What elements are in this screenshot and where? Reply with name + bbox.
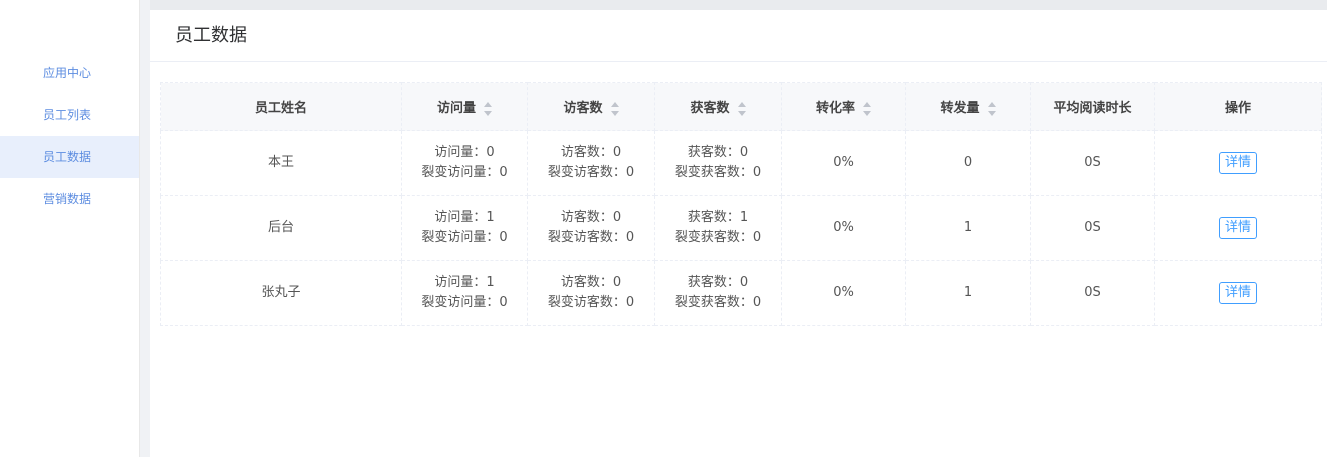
col-header-name: 员工姓名	[160, 82, 402, 131]
employee-data-table: 员工姓名 访问量 访客数 获客数 转化率 转发量 平均阅读时长 操作 本王 访问…	[160, 82, 1322, 326]
cell-avg-read: 0S	[1030, 195, 1155, 261]
cell-visits: 访问量：1 裂变访问量：0	[401, 195, 528, 261]
cell-visitors: 访客数：0 裂变访客数：0	[527, 260, 655, 326]
main-panel: 员工数据 员工姓名 访问量 访客数 获客数 转化率 转发量 平均阅读时长 操作	[150, 10, 1327, 457]
col-header-avg-read: 平均阅读时长	[1030, 82, 1155, 131]
cell-acquired: 获客数：0 裂变获客数：0	[654, 130, 782, 196]
sort-icon[interactable]	[610, 101, 619, 116]
detail-button[interactable]: 详情	[1218, 217, 1257, 239]
employee-data-table-container: 员工姓名 访问量 访客数 获客数 转化率 转发量 平均阅读时长 操作 本王 访问…	[160, 82, 1322, 326]
sidebar-item-marketing-data[interactable]: 营销数据	[0, 178, 139, 220]
cell-visits: 访问量：0 裂变访问量：0	[401, 130, 528, 196]
detail-button[interactable]: 详情	[1218, 282, 1257, 304]
cell-acquired: 获客数：1 裂变获客数：0	[654, 195, 782, 261]
sort-icon[interactable]	[484, 101, 492, 116]
cell-name: 后台	[160, 195, 402, 261]
page-title: 员工数据	[150, 10, 1327, 62]
sort-icon[interactable]	[863, 101, 871, 116]
cell-visits: 访问量：1 裂变访问量：0	[401, 260, 528, 326]
cell-name: 张丸子	[160, 260, 402, 326]
cell-shares: 0	[905, 130, 1031, 196]
col-header-visits[interactable]: 访问量	[401, 82, 528, 131]
col-header-shares[interactable]: 转发量	[905, 82, 1031, 131]
cell-shares: 1	[905, 195, 1031, 261]
sidebar: 应用中心 员工列表 员工数据 营销数据	[0, 0, 140, 457]
cell-name: 本王	[160, 130, 402, 196]
cell-visitors: 访客数：0 裂变访客数：0	[527, 195, 655, 261]
sidebar-item-app-center[interactable]: 应用中心	[0, 52, 139, 94]
cell-shares: 1	[905, 260, 1031, 326]
cell-avg-read: 0S	[1030, 260, 1155, 326]
top-band	[150, 0, 1327, 10]
sort-icon[interactable]	[987, 101, 996, 116]
cell-action: 详情	[1154, 260, 1322, 326]
col-header-visitors[interactable]: 访客数	[527, 82, 655, 131]
cell-visitors: 访客数：0 裂变访客数：0	[527, 130, 655, 196]
table-header-row: 员工姓名 访问量 访客数 获客数 转化率 转发量 平均阅读时长 操作	[160, 82, 1322, 131]
cell-conversion: 0%	[781, 260, 906, 326]
sort-icon[interactable]	[737, 101, 746, 116]
col-header-action: 操作	[1154, 82, 1322, 131]
cell-conversion: 0%	[781, 130, 906, 196]
table-row: 张丸子 访问量：1 裂变访问量：0 访客数：0 裂变访客数：0 获客数：0 裂变获客数…	[160, 260, 1322, 326]
cell-conversion: 0%	[781, 195, 906, 261]
sidebar-item-employee-data[interactable]: 员工数据	[0, 136, 139, 178]
sidebar-item-employee-list[interactable]: 员工列表	[0, 94, 139, 136]
col-header-conversion[interactable]: 转化率	[781, 82, 906, 131]
col-header-acquired[interactable]: 获客数	[654, 82, 782, 131]
cell-acquired: 获客数：0 裂变获客数：0	[654, 260, 782, 326]
table-row: 后台 访问量：1 裂变访问量：0 访客数：0 裂变访客数：0 获客数：1 裂变获客数：…	[160, 195, 1322, 261]
cell-action: 详情	[1154, 195, 1322, 261]
detail-button[interactable]: 详情	[1218, 152, 1257, 174]
table-row: 本王 访问量：0 裂变访问量：0 访客数：0 裂变访客数：0 获客数：0 裂变获客数：…	[160, 130, 1322, 196]
cell-action: 详情	[1154, 130, 1322, 196]
cell-avg-read: 0S	[1030, 130, 1155, 196]
